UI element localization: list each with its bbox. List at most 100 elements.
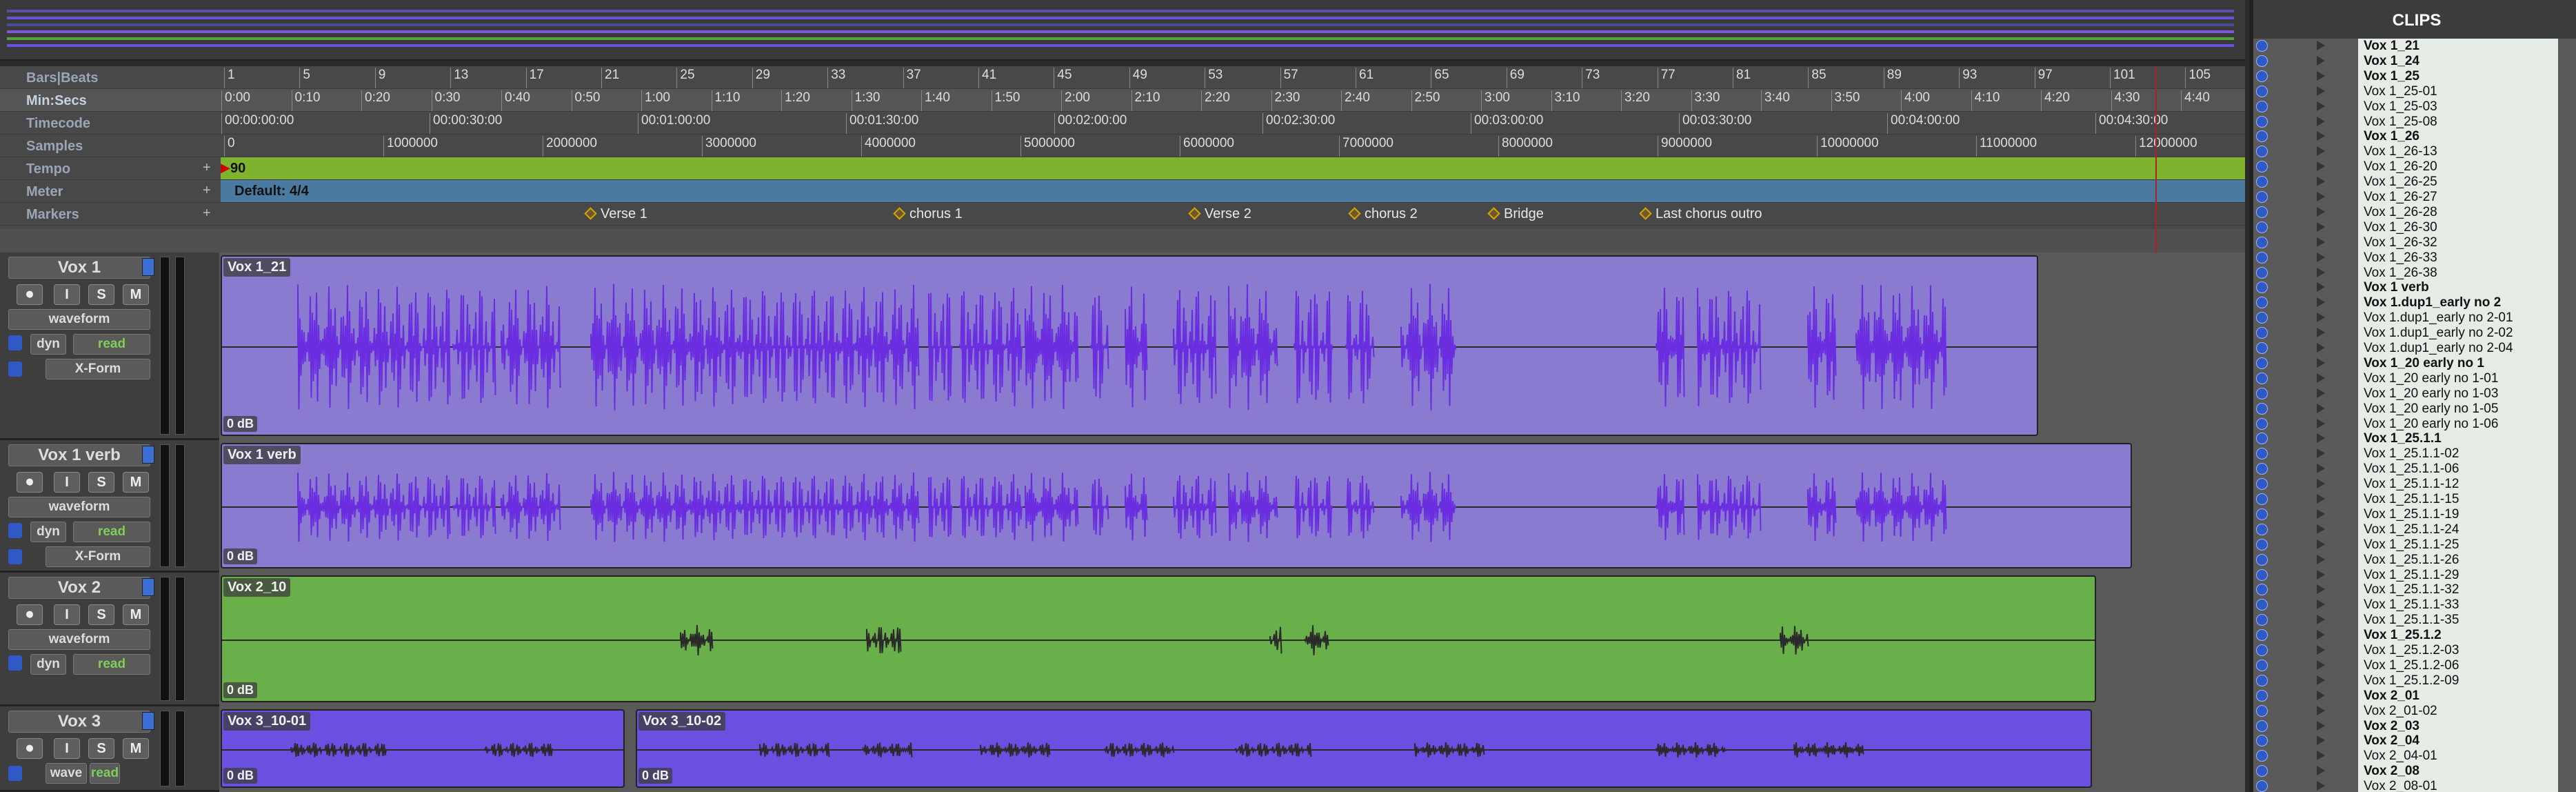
record-button[interactable]: ⏺: [17, 472, 43, 493]
track-color-icon[interactable]: [142, 578, 154, 596]
expand-triangle-icon[interactable]: [2317, 192, 2325, 201]
tcp-icon[interactable]: [8, 523, 22, 538]
minsecs-ruler[interactable]: Min:Secs 0:00 0:10 0:20 0:30 0:40 0:50 1:00 1:1…: [0, 89, 2245, 112]
clip-list-item[interactable]: Vox 1_25.1.1-26: [2253, 552, 2576, 568]
input-monitor-button[interactable]: I: [54, 472, 80, 493]
track-view-short[interactable]: wave: [46, 763, 87, 784]
clip-list-item[interactable]: Vox 1 verb: [2253, 280, 2576, 296]
clip-visibility-icon[interactable]: [2256, 568, 2268, 581]
clip-list-item[interactable]: Vox 1_25.1.1-12: [2253, 477, 2576, 493]
clip-list-item[interactable]: Vox 1_21: [2253, 39, 2576, 54]
clip-list-item[interactable]: Vox 2_08-01: [2253, 779, 2576, 792]
clip-visibility-icon[interactable]: [2256, 674, 2268, 686]
clip-list-item[interactable]: Vox 1_25.1.2: [2253, 628, 2576, 644]
markers-ruler[interactable]: Markers + Verse 1 chorus 1 Verse 2 chorus 2…: [0, 203, 2245, 226]
expand-triangle-icon[interactable]: [2317, 630, 2325, 640]
marker-5[interactable]: Last chorus outro: [1639, 206, 1762, 222]
automation-mode-selector[interactable]: read: [73, 522, 150, 542]
clip-list-item[interactable]: Vox 1_20 early no 1: [2253, 355, 2576, 371]
track-name[interactable]: Vox 1 verb: [8, 444, 150, 466]
clip-list-item[interactable]: Vox 1.dup1_early no 2-01: [2253, 310, 2576, 326]
clip-visibility-icon[interactable]: [2256, 161, 2268, 173]
marker-4[interactable]: Bridge: [1487, 206, 1544, 222]
plugin-xform[interactable]: X-Form: [46, 359, 150, 379]
audio-clip[interactable]: Vox 2_10 0 dB: [221, 575, 2096, 702]
clip-list-item[interactable]: Vox 1_26-20: [2253, 159, 2576, 175]
mute-button[interactable]: M: [123, 738, 149, 759]
clip-visibility-icon[interactable]: [2256, 433, 2268, 445]
clip-list-item[interactable]: Vox 1_20 early no 1-05: [2253, 401, 2576, 417]
expand-triangle-icon[interactable]: [2317, 660, 2325, 670]
clips-panel-title[interactable]: CLIPS: [2253, 0, 2576, 39]
clip-gain-label[interactable]: 0 dB: [223, 416, 258, 432]
clip-visibility-icon[interactable]: [2256, 553, 2268, 566]
clip-list-item[interactable]: Vox 1_25.1.2-06: [2253, 657, 2576, 673]
expand-triangle-icon[interactable]: [2317, 86, 2325, 96]
automation-mode-selector[interactable]: read: [73, 334, 150, 355]
clip-visibility-icon[interactable]: [2256, 644, 2268, 656]
clip-visibility-icon[interactable]: [2256, 538, 2268, 551]
clip-visibility-icon[interactable]: [2256, 629, 2268, 642]
solo-button[interactable]: S: [88, 738, 114, 759]
insert-dyn[interactable]: dyn: [30, 654, 66, 675]
clip-list-item[interactable]: Vox 1.dup1_early no 2-04: [2253, 341, 2576, 356]
add-meter-icon[interactable]: +: [203, 183, 211, 199]
clip-gain-label[interactable]: 0 dB: [223, 682, 258, 698]
expand-triangle-icon[interactable]: [2317, 569, 2325, 580]
clip-visibility-icon[interactable]: [2256, 206, 2268, 218]
add-tempo-icon[interactable]: +: [203, 160, 211, 176]
expand-triangle-icon[interactable]: [2317, 539, 2325, 549]
clip-list-item[interactable]: Vox 2_01-02: [2253, 703, 2576, 719]
elastic-icon[interactable]: [8, 362, 22, 377]
clip-list-item[interactable]: Vox 1_26-28: [2253, 204, 2576, 220]
playhead-line[interactable]: [2155, 66, 2157, 253]
clip-visibility-icon[interactable]: [2256, 599, 2268, 611]
clip-list-item[interactable]: Vox 1_25-03: [2253, 99, 2576, 115]
expand-triangle-icon[interactable]: [2317, 403, 2325, 413]
expand-triangle-icon[interactable]: [2317, 161, 2325, 172]
expand-triangle-icon[interactable]: [2317, 751, 2325, 761]
tcp-icon[interactable]: [8, 335, 22, 350]
expand-triangle-icon[interactable]: [2317, 735, 2325, 746]
track-view-selector[interactable]: waveform: [8, 629, 150, 650]
elastic-icon[interactable]: [8, 549, 22, 564]
expand-triangle-icon[interactable]: [2317, 41, 2325, 50]
clip-gain-label[interactable]: 0 dB: [638, 768, 673, 784]
track-name[interactable]: Vox 1: [8, 257, 150, 279]
clip-visibility-icon[interactable]: [2256, 357, 2268, 369]
clip-visibility-icon[interactable]: [2256, 508, 2268, 520]
clip-list-item[interactable]: Vox 1_25.1.1-06: [2253, 462, 2576, 477]
clip-list-item[interactable]: Vox 1_25.1.1-19: [2253, 506, 2576, 522]
clip-list-item[interactable]: Vox 1_26-38: [2253, 265, 2576, 281]
expand-triangle-icon[interactable]: [2317, 206, 2325, 217]
record-button[interactable]: ⏺: [17, 604, 43, 625]
clip-visibility-icon[interactable]: [2256, 704, 2268, 717]
track-header-3[interactable]: Vox 3 ⏺ I S Mwave read: [0, 706, 219, 792]
tcp-icon[interactable]: [8, 766, 22, 781]
insert-dyn[interactable]: dyn: [30, 334, 66, 355]
tempo-ruler[interactable]: Tempo + 90 ▶: [0, 157, 2245, 180]
clip-visibility-icon[interactable]: [2256, 100, 2268, 112]
clip-visibility-icon[interactable]: [2256, 780, 2268, 792]
clip-visibility-icon[interactable]: [2256, 659, 2268, 671]
expand-triangle-icon[interactable]: [2317, 221, 2325, 232]
expand-triangle-icon[interactable]: [2317, 343, 2325, 353]
mute-button[interactable]: M: [123, 604, 149, 625]
automation-mode-selector[interactable]: read: [90, 763, 120, 784]
clip-list-item[interactable]: Vox 1_25.1.1-33: [2253, 597, 2576, 613]
clip-visibility-icon[interactable]: [2256, 387, 2268, 399]
samples-ruler[interactable]: Samples 0 1000000 2000000 3000000 4000000 500…: [0, 135, 2245, 157]
expand-triangle-icon[interactable]: [2317, 328, 2325, 338]
expand-triangle-icon[interactable]: [2317, 131, 2325, 141]
expand-triangle-icon[interactable]: [2317, 615, 2325, 625]
input-monitor-button[interactable]: I: [54, 738, 80, 759]
input-monitor-button[interactable]: I: [54, 284, 80, 305]
track-color-icon[interactable]: [142, 258, 154, 276]
expand-triangle-icon[interactable]: [2317, 554, 2325, 564]
record-button[interactable]: ⏺: [17, 738, 43, 759]
clip-list-item[interactable]: Vox 1_25.1.1-32: [2253, 582, 2576, 598]
tempo-marker-icon[interactable]: ▶: [221, 161, 230, 175]
clip-visibility-icon[interactable]: [2256, 146, 2268, 158]
track-header-0[interactable]: Vox 1 ⏺ I S Mwaveform dyn read X-Form: [0, 253, 219, 440]
clip-list-item[interactable]: Vox 2_04-01: [2253, 749, 2576, 764]
